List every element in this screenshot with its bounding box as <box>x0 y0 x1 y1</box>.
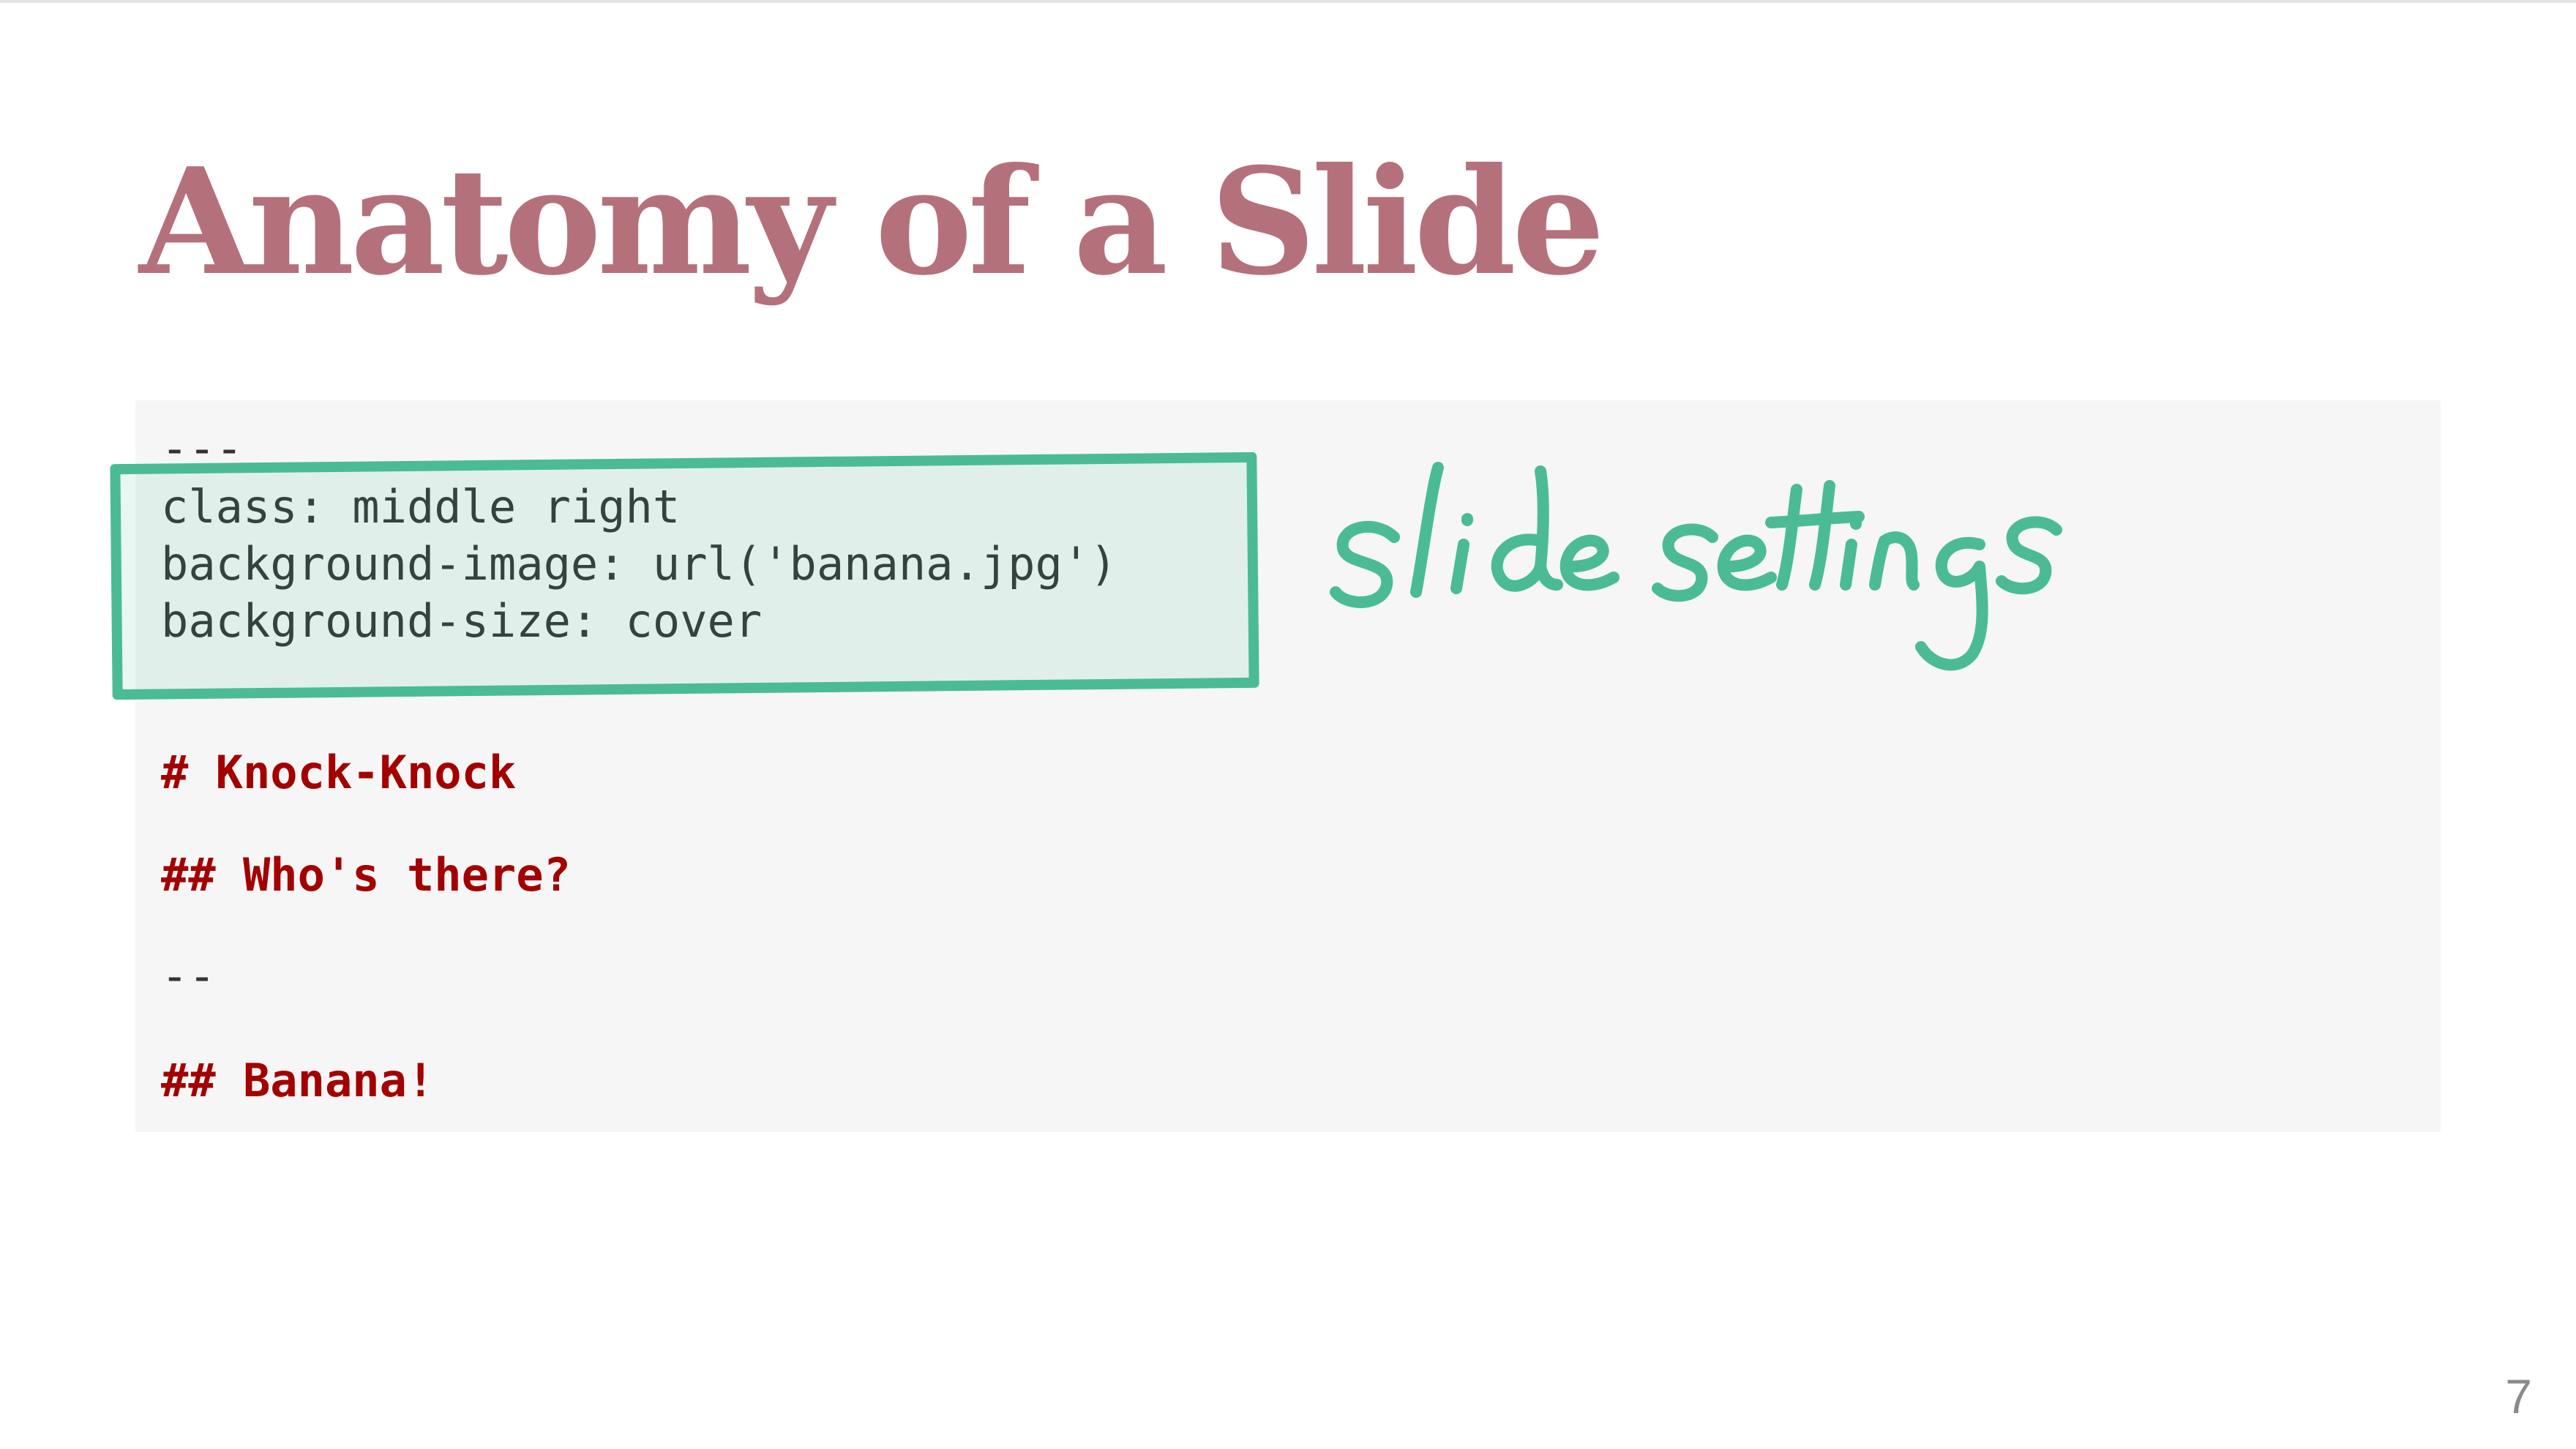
incremental-separator-line: -- <box>161 949 216 1003</box>
heading-knock-knock-line: # Knock-Knock <box>161 746 517 799</box>
page-number: 7 <box>2505 1369 2532 1423</box>
slide-settings-handwriting-annotation <box>1330 462 2062 671</box>
heading-whos-there-line: ## Who's there? <box>161 848 571 902</box>
slide-settings-highlight-box <box>110 452 1259 700</box>
slide: Anatomy of a Slide --- class: middle rig… <box>0 0 2576 1449</box>
heading-banana-line: ## Banana! <box>161 1054 435 1107</box>
slide-title: Anatomy of a Slide <box>139 136 1605 308</box>
